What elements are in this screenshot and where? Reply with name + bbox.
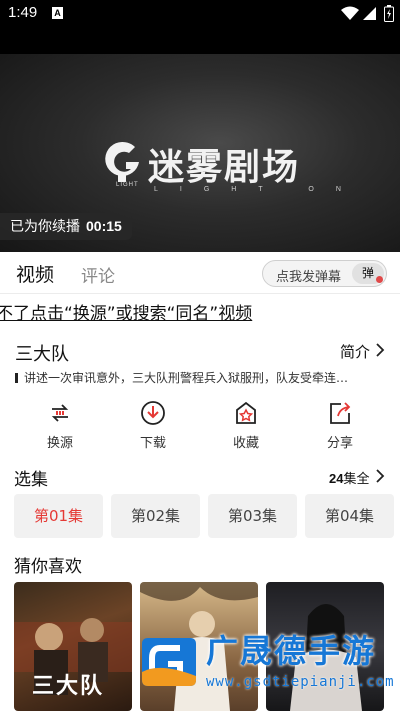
status-time: 1:49 <box>8 4 38 21</box>
chevron-right-icon[interactable] <box>374 468 386 484</box>
signal-icon <box>363 7 376 20</box>
detail-tabs: 视频 评论 点我发弹幕 弹 <box>0 252 400 294</box>
danmu-input[interactable]: 点我发弹幕 弹 <box>262 260 387 287</box>
watermark-logo-icon <box>142 638 196 686</box>
show-description[interactable]: 讲述一次审讯意外，三大队刑警程兵入狱服刑，队友受牵连… <box>15 369 387 386</box>
favorite-icon <box>236 401 256 424</box>
action-bar: 换源 下载 收藏 分享 <box>0 396 400 456</box>
favorite-label: 收藏 <box>232 436 259 451</box>
switch-source-button[interactable]: 换源 <box>30 396 90 451</box>
notification-a-icon: A <box>52 7 63 19</box>
watermark-url: www.gsdtiepianji.com <box>206 674 395 690</box>
resume-time: 00:15 <box>86 218 122 234</box>
intro-button[interactable]: 简介 <box>340 341 370 362</box>
video-player[interactable]: LIGHT 迷雾剧场 LIGHT ON 已为你续播 00:15 <box>0 28 400 252</box>
tab-video[interactable]: 视频 <box>16 260 54 287</box>
recommend-title: 猜你喜欢 <box>14 557 82 577</box>
episode-list: 第01集 第02集 第03集 第04集 <box>14 494 400 538</box>
resume-label: 已为你续播 <box>10 219 80 235</box>
wifi-icon <box>341 6 359 20</box>
episode-item[interactable]: 第04集 <box>305 494 394 538</box>
watermark-brand: 广晟德手游 <box>206 632 377 670</box>
show-title: 三大队 <box>15 344 69 365</box>
video-frame[interactable]: LIGHT 迷雾剧场 LIGHT ON 已为你续播 00:15 <box>0 54 400 252</box>
episodes-all-button[interactable]: 24集全 <box>329 468 369 487</box>
episodes-title: 选集 <box>14 470 48 490</box>
logo-mark-text: LIGHT <box>116 182 139 188</box>
description-bar-icon <box>15 373 18 383</box>
source-notice-link[interactable]: 不了点击“换源”或搜索“同名”视频 <box>0 299 252 324</box>
danmu-status-dot <box>376 276 383 283</box>
download-icon <box>141 401 165 425</box>
episode-item[interactable]: 第01集 <box>14 494 103 538</box>
tab-comment[interactable]: 评论 <box>81 262 115 287</box>
status-bar: 1:49 A <box>0 0 400 28</box>
description-text: 讲述一次审讯意外，三大队刑警程兵入狱服刑，队友受牵连… <box>24 371 349 385</box>
logo-title: 迷雾剧场 <box>148 147 301 188</box>
episode-count: 24 <box>329 471 344 486</box>
mist-theater-logo: LIGHT 迷雾剧场 LIGHT ON <box>100 138 341 218</box>
switch-source-label: 换源 <box>46 436 73 451</box>
chevron-right-icon[interactable] <box>374 342 386 358</box>
switch-source-icon <box>51 404 69 422</box>
battery-icon <box>384 5 394 22</box>
download-label: 下载 <box>139 436 166 451</box>
poster-caption: 三大队 <box>32 674 105 699</box>
episode-count-suffix: 集全 <box>343 472 370 487</box>
share-label: 分享 <box>326 436 353 451</box>
download-button[interactable]: 下载 <box>123 396 183 451</box>
logo-subtitle: LIGHT ON <box>154 186 363 193</box>
resume-toast: 已为你续播 00:15 <box>0 213 132 240</box>
recommend-poster[interactable]: 三大队 <box>14 582 132 711</box>
danmu-placeholder[interactable]: 点我发弹幕 <box>276 266 341 285</box>
share-icon <box>330 402 351 424</box>
site-watermark: 广晟德手游 www.gsdtiepianji.com <box>140 612 400 711</box>
episode-item[interactable]: 第03集 <box>208 494 297 538</box>
episode-item[interactable]: 第02集 <box>111 494 200 538</box>
favorite-button[interactable]: 收藏 <box>216 396 276 451</box>
share-button[interactable]: 分享 <box>310 396 370 451</box>
